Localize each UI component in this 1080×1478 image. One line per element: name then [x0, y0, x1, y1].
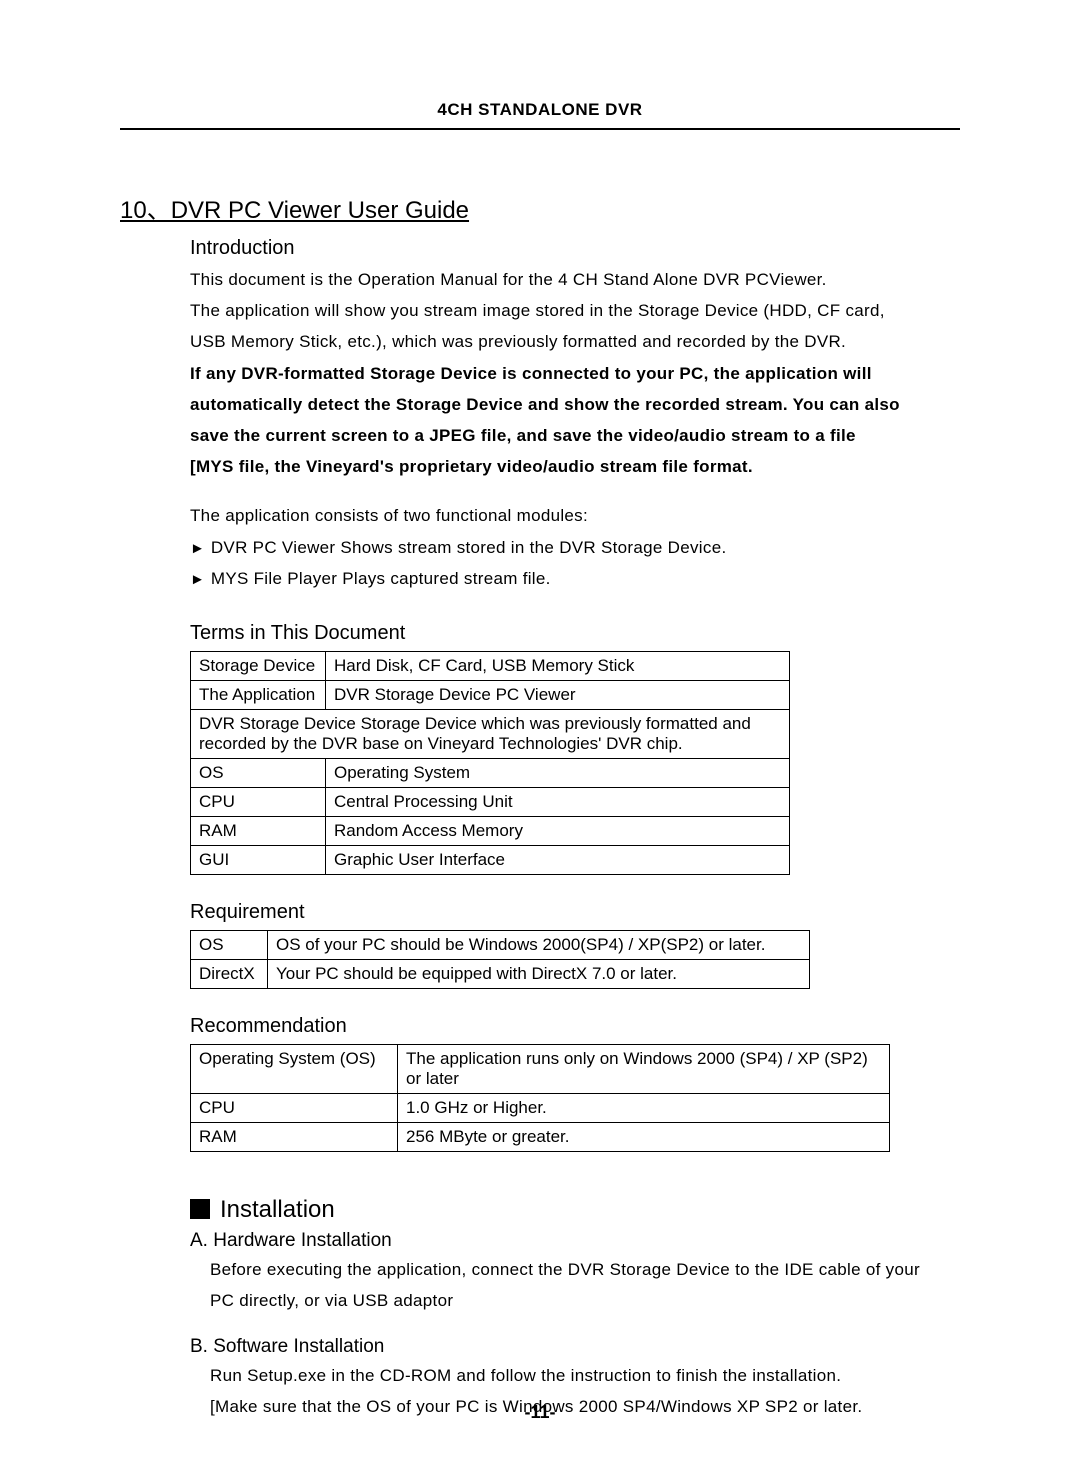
- table-row: The Application DVR Storage Device PC Vi…: [191, 680, 790, 709]
- cell: Random Access Memory: [326, 816, 790, 845]
- table-row: DVR Storage Device Storage Device which …: [191, 709, 790, 758]
- intro-line-bold: [MYS file, the Vineyard's proprietary vi…: [190, 453, 960, 480]
- table-row: RAM 256 MByte or greater.: [191, 1122, 890, 1151]
- cell: RAM: [191, 816, 326, 845]
- cell: OS: [191, 930, 268, 959]
- bullet-item: ► MYS File Player Plays captured stream …: [190, 565, 960, 596]
- cell: CPU: [191, 1093, 398, 1122]
- requirement-heading: Requirement: [190, 901, 960, 924]
- cell: Central Processing Unit: [326, 787, 790, 816]
- cell: OS of your PC should be Windows 2000(SP4…: [268, 930, 810, 959]
- cell: DVR Storage Device PC Viewer: [326, 680, 790, 709]
- table-row: CPU Central Processing Unit: [191, 787, 790, 816]
- bullet-text: DVR PC Viewer Shows stream stored in the…: [211, 534, 727, 561]
- cell: GUI: [191, 845, 326, 874]
- install-line: PC directly, or via USB adaptor: [210, 1287, 960, 1314]
- recommendation-table: Operating System (OS) The application ru…: [190, 1044, 890, 1152]
- table-row: DirectX Your PC should be equipped with …: [191, 959, 810, 988]
- cell: Operating System: [326, 758, 790, 787]
- cell: Graphic User Interface: [326, 845, 790, 874]
- cell: CPU: [191, 787, 326, 816]
- table-row: Operating System (OS) The application ru…: [191, 1044, 890, 1093]
- intro-line-bold: save the current screen to a JPEG file, …: [190, 422, 960, 449]
- triangle-right-icon: ►: [190, 540, 205, 557]
- table-row: OS OS of your PC should be Windows 2000(…: [191, 930, 810, 959]
- intro-line: This document is the Operation Manual fo…: [190, 266, 960, 293]
- table-row: OS Operating System: [191, 758, 790, 787]
- software-install-heading: B. Software Installation: [190, 1336, 960, 1358]
- requirement-table: OS OS of your PC should be Windows 2000(…: [190, 930, 810, 989]
- installation-block: Installation A. Hardware Installation Be…: [190, 1196, 960, 1421]
- hardware-install-heading: A. Hardware Installation: [190, 1230, 960, 1252]
- cell: 256 MByte or greater.: [398, 1122, 890, 1151]
- recommendation-heading: Recommendation: [190, 1015, 960, 1038]
- bullet-text: MYS File Player Plays captured stream fi…: [211, 565, 551, 592]
- cell: Hard Disk, CF Card, USB Memory Stick: [326, 651, 790, 680]
- square-bullet-icon: [190, 1199, 210, 1219]
- intro-line: USB Memory Stick, etc.), which was previ…: [190, 328, 960, 355]
- bullet-item: ► DVR PC Viewer Shows stream stored in t…: [190, 534, 960, 565]
- table-row: Storage Device Hard Disk, CF Card, USB M…: [191, 651, 790, 680]
- intro-heading: Introduction: [190, 237, 960, 260]
- cell: The Application: [191, 680, 326, 709]
- requirement-block: Requirement OS OS of your PC should be W…: [190, 901, 960, 989]
- terms-block: Terms in This Document Storage Device Ha…: [190, 622, 960, 875]
- terms-table: Storage Device Hard Disk, CF Card, USB M…: [190, 651, 790, 875]
- install-line: Run Setup.exe in the CD-ROM and follow t…: [210, 1362, 960, 1389]
- table-row: GUI Graphic User Interface: [191, 845, 790, 874]
- terms-heading: Terms in This Document: [190, 622, 960, 645]
- intro-line: The application will show you stream ima…: [190, 297, 960, 324]
- table-row: RAM Random Access Memory: [191, 816, 790, 845]
- introduction-block: Introduction This document is the Operat…: [190, 237, 960, 596]
- cell: The application runs only on Windows 200…: [398, 1044, 890, 1093]
- hardware-install-body: Before executing the application, connec…: [210, 1256, 960, 1314]
- cell: Operating System (OS): [191, 1044, 398, 1093]
- cell: Storage Device: [191, 651, 326, 680]
- intro-line-bold: If any DVR-formatted Storage Device is c…: [190, 360, 960, 387]
- cell: OS: [191, 758, 326, 787]
- installation-heading: Installation: [190, 1196, 960, 1224]
- modules-intro: The application consists of two function…: [190, 502, 960, 529]
- cell: RAM: [191, 1122, 398, 1151]
- cell: Your PC should be equipped with DirectX …: [268, 959, 810, 988]
- installation-heading-text: Installation: [220, 1196, 335, 1223]
- page-number: -11-: [0, 1402, 1080, 1423]
- page-header-title: 4CH STANDALONE DVR: [120, 100, 960, 120]
- table-row: CPU 1.0 GHz or Higher.: [191, 1093, 890, 1122]
- install-line: Before executing the application, connec…: [210, 1256, 960, 1283]
- cell: DirectX: [191, 959, 268, 988]
- document-page: 4CH STANDALONE DVR 10、DVR PC Viewer User…: [0, 0, 1080, 1478]
- triangle-right-icon: ►: [190, 571, 205, 588]
- recommendation-block: Recommendation Operating System (OS) The…: [190, 1015, 960, 1152]
- section-title: 10、DVR PC Viewer User Guide: [120, 190, 960, 225]
- cell: 1.0 GHz or Higher.: [398, 1093, 890, 1122]
- header-divider: [120, 128, 960, 130]
- intro-line-bold: automatically detect the Storage Device …: [190, 391, 960, 418]
- cell-span: DVR Storage Device Storage Device which …: [191, 709, 790, 758]
